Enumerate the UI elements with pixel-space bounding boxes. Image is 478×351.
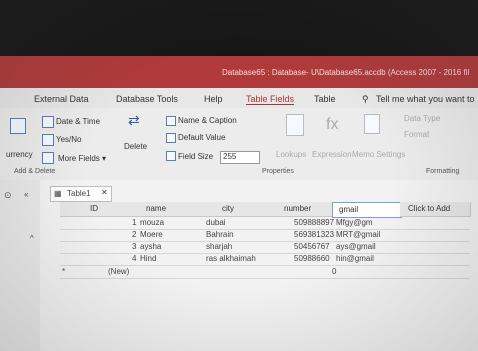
tab-label: Table1 (67, 189, 91, 198)
cell-number-new[interactable]: 0 (332, 267, 336, 276)
cell-gmail[interactable]: MRT@gmail (336, 230, 380, 239)
search-icon[interactable]: ⚲ (362, 94, 369, 105)
tab-table1[interactable]: ▦ Table1 ✕ (50, 186, 112, 202)
cell-number[interactable]: 509888897 (294, 218, 334, 227)
cell-city[interactable]: dubai (206, 218, 226, 227)
cell-number[interactable]: 569381323 (294, 230, 334, 239)
checkbox-icon (42, 134, 54, 146)
expression-button[interactable]: Expression (312, 150, 352, 159)
column-header-click-to-add[interactable]: Click to Add (400, 202, 471, 217)
more-fields-icon (42, 152, 54, 164)
more-fields-button[interactable]: More Fields ▾ (58, 154, 106, 163)
field-size-icon (166, 151, 176, 161)
window-title: Database65 : Database- U\Database65.accd… (222, 68, 470, 77)
expand-arrow-icon[interactable]: ^ (30, 234, 34, 243)
cell-number[interactable]: 50456767 (294, 242, 330, 251)
column-header-name[interactable]: name (130, 202, 193, 217)
default-value-icon (166, 133, 176, 143)
close-icon[interactable]: ✕ (101, 188, 108, 197)
cell-gmail[interactable]: Mfgy@gm (336, 218, 373, 227)
properties-group-label: Properties (262, 168, 294, 175)
table-icon: ▦ (54, 189, 62, 198)
memo-settings-button[interactable]: Memo Settings (352, 150, 405, 159)
cell-name[interactable]: Hind (140, 254, 156, 263)
new-record-icon: * (62, 267, 66, 276)
cell-number[interactable]: 50988660 (294, 254, 330, 263)
field-size-input[interactable]: 255 (220, 151, 260, 164)
title-bar: Database65 : Database- U\Database65.accd… (0, 56, 478, 90)
delete-button[interactable]: Delete (124, 142, 147, 151)
row-divider (60, 265, 470, 266)
cell-id[interactable]: 4 (132, 254, 136, 263)
currency-button[interactable]: urrency (6, 150, 33, 159)
lookups-icon (286, 114, 304, 136)
cell-city[interactable]: Bahrain (206, 230, 234, 239)
expression-icon: fx (326, 116, 339, 133)
row-divider (60, 278, 470, 279)
column-header-id[interactable]: ID (60, 202, 131, 217)
datasheet: ▦ Table1 ✕ ID name city number gmail Cli… (40, 180, 478, 351)
cell-gmail[interactable]: hin@gmail (336, 254, 374, 263)
cell-id[interactable]: 3 (132, 242, 136, 251)
cell-city[interactable]: ras alkhaimah (206, 254, 256, 263)
tell-me-box[interactable]: Tell me what you want to (376, 94, 475, 104)
cell-city[interactable]: sharjah (206, 242, 232, 251)
date-time-button[interactable]: Date & Time (56, 117, 100, 126)
row-divider (60, 253, 470, 254)
column-header-gmail[interactable]: gmail (332, 202, 402, 218)
delete-icon: ⇄ (128, 112, 140, 128)
tab-help[interactable]: Help (204, 94, 223, 104)
default-value-button[interactable]: Default Value (178, 133, 225, 142)
currency-icon (10, 118, 26, 134)
formatting-group-label: Formatting (426, 168, 460, 175)
calendar-icon (42, 116, 54, 128)
tab-database-tools[interactable]: Database Tools (116, 94, 178, 104)
lookups-button[interactable]: Lookups (276, 150, 306, 159)
ribbon-tabs: External Data Database Tools Help Table … (0, 88, 478, 108)
column-header-city[interactable]: city (192, 202, 273, 217)
add-delete-group-label: Add & Delete (14, 168, 56, 175)
ribbon: urrency Date & Time Yes/No More Fields ▾… (0, 108, 478, 181)
yes-no-button[interactable]: Yes/No (56, 135, 82, 144)
name-caption-icon (166, 116, 176, 126)
column-header-number[interactable]: number (272, 202, 333, 217)
navigation-pane: ⊙ « ^ (0, 180, 41, 351)
cell-id[interactable]: 2 (132, 230, 136, 239)
cell-gmail[interactable]: ays@gmail (336, 242, 376, 251)
field-size-label: Field Size (178, 152, 214, 161)
tab-table[interactable]: Table (314, 94, 336, 104)
tab-external-data[interactable]: External Data (34, 94, 89, 104)
cell-name[interactable]: aysha (140, 242, 161, 251)
tab-table-fields[interactable]: Table Fields (246, 94, 295, 105)
cell-name[interactable]: Moere (140, 230, 163, 239)
memo-settings-icon (364, 114, 380, 134)
cell-name[interactable]: mouza (140, 218, 164, 227)
cell-id[interactable]: 1 (132, 218, 136, 227)
format-label: Format (404, 130, 430, 139)
cell-id-new[interactable]: (New) (108, 267, 129, 276)
data-type-label: Data Type (404, 114, 441, 123)
search-icon[interactable]: ⊙ (4, 190, 12, 201)
collapse-nav-icon[interactable]: « (24, 190, 28, 199)
monitor-bezel (0, 0, 478, 60)
name-caption-button[interactable]: Name & Caption (178, 116, 237, 125)
row-divider (60, 241, 470, 242)
row-divider (60, 229, 470, 230)
